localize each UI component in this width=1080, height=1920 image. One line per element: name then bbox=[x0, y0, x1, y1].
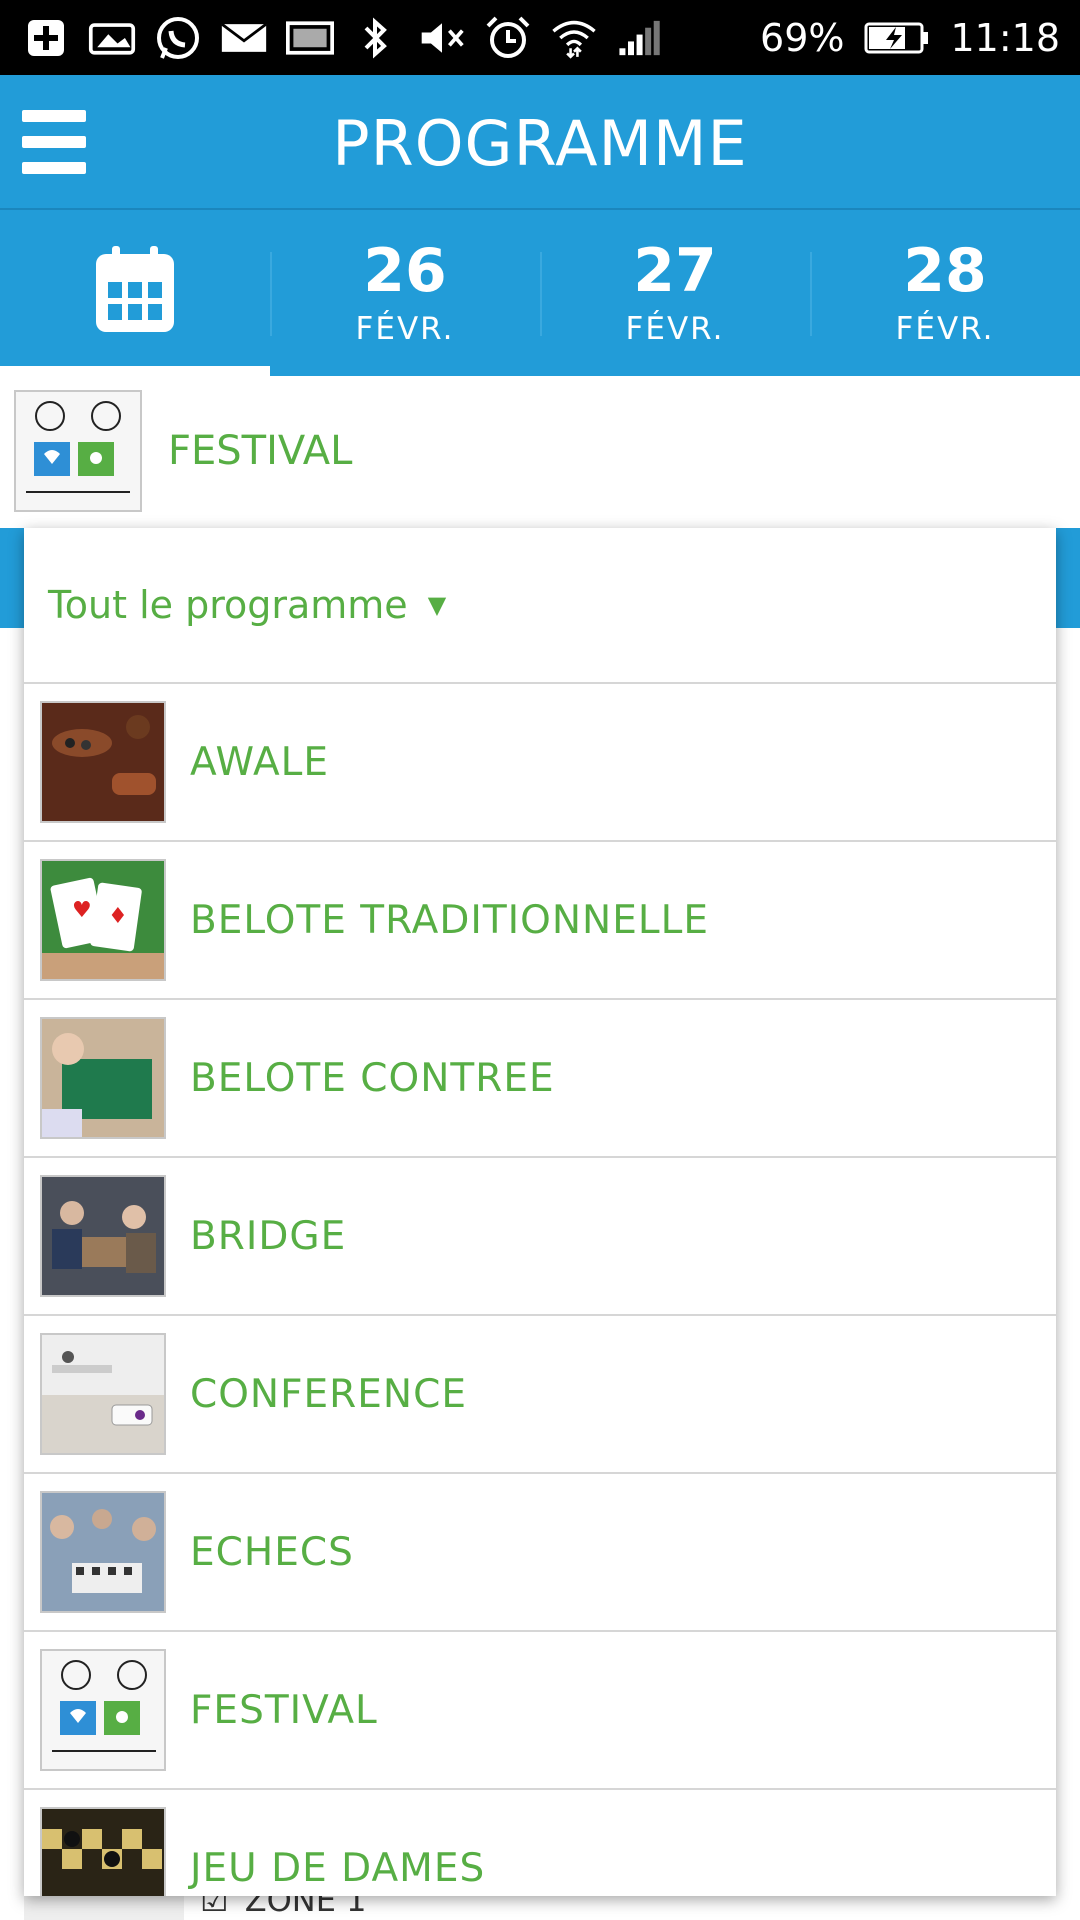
add-icon bbox=[22, 16, 70, 60]
checkers-thumbnail bbox=[40, 1807, 166, 1896]
tab-day-number: 26 bbox=[363, 236, 447, 306]
page-title: PROGRAMME bbox=[332, 107, 748, 180]
tab-day-number: 27 bbox=[633, 236, 717, 306]
mute-icon bbox=[418, 16, 466, 60]
dropdown-selected-label: Tout le programme bbox=[48, 583, 408, 627]
tab-date-26[interactable]: 26 FÉVR. bbox=[270, 210, 540, 376]
festival-thumbnail bbox=[14, 390, 142, 512]
category-dropdown: Tout le programme ▼ AWALE ♥ ♦ BELOTE TRAD… bbox=[24, 528, 1056, 1896]
awale-thumbnail bbox=[40, 701, 166, 823]
dropdown-item-bridge[interactable]: BRIDGE bbox=[24, 1158, 1056, 1316]
dropdown-selected[interactable]: Tout le programme ▼ bbox=[24, 528, 1056, 684]
tab-day-number: 28 bbox=[903, 236, 987, 306]
calendar-icon bbox=[96, 246, 174, 332]
dropdown-item-echecs[interactable]: ECHECS bbox=[24, 1474, 1056, 1632]
svg-text:♦: ♦ bbox=[108, 904, 128, 929]
dropdown-item-conference[interactable]: CONFERENCE bbox=[24, 1316, 1056, 1474]
tab-date-27[interactable]: 27 FÉVR. bbox=[540, 210, 810, 376]
date-tabs: 26 FÉVR. 27 FÉVR. 28 FÉVR. bbox=[0, 208, 1080, 376]
clock: 11:18 bbox=[950, 15, 1060, 60]
dropdown-item-awale[interactable]: AWALE bbox=[24, 684, 1056, 842]
dropdown-item-label: ECHECS bbox=[190, 1529, 354, 1575]
dropdown-item-belote-contree[interactable]: BELOTE CONTREE bbox=[24, 1000, 1056, 1158]
image-icon bbox=[88, 16, 136, 60]
tab-calendar[interactable] bbox=[0, 210, 270, 376]
battery-percent: 69% bbox=[760, 15, 845, 60]
photo-icon bbox=[286, 16, 334, 60]
dropdown-item-label: CONFERENCE bbox=[190, 1371, 467, 1417]
cards-thumbnail: ♥ ♦ bbox=[40, 859, 166, 981]
dropdown-item-label: JEU DE DAMES bbox=[190, 1845, 486, 1891]
festival-thumbnail bbox=[40, 1649, 166, 1771]
svg-text:♥: ♥ bbox=[72, 898, 92, 923]
conference-thumbnail bbox=[40, 1333, 166, 1455]
app-bar: PROGRAMME bbox=[0, 75, 1080, 208]
alarm-icon bbox=[484, 16, 532, 60]
dropdown-item-label: BELOTE TRADITIONNELLE bbox=[190, 897, 709, 943]
dropdown-item-festival[interactable]: FESTIVAL bbox=[24, 1632, 1056, 1790]
bluetooth-icon bbox=[352, 16, 400, 60]
dropdown-item-label: BELOTE CONTREE bbox=[190, 1055, 555, 1101]
dropdown-item-label: AWALE bbox=[190, 739, 330, 785]
dropdown-item-label: BRIDGE bbox=[190, 1213, 347, 1259]
dropdown-item-belote-traditionnelle[interactable]: ♥ ♦ BELOTE TRADITIONNELLE bbox=[24, 842, 1056, 1000]
battery-icon bbox=[862, 16, 932, 60]
wifi-icon bbox=[550, 16, 598, 60]
dropdown-item-jeu-de-dames[interactable]: JEU DE DAMES bbox=[24, 1790, 1056, 1896]
tab-month: FÉVR. bbox=[895, 311, 995, 347]
chess-thumbnail bbox=[40, 1491, 166, 1613]
dropdown-item-label: FESTIVAL bbox=[190, 1687, 378, 1733]
tab-date-28[interactable]: 28 FÉVR. bbox=[810, 210, 1080, 376]
bridge-thumbnail bbox=[40, 1175, 166, 1297]
category-selector[interactable]: FESTIVAL bbox=[0, 376, 1080, 526]
tab-month: FÉVR. bbox=[625, 311, 725, 347]
whatsapp-icon bbox=[154, 16, 202, 60]
selected-category-label: FESTIVAL bbox=[168, 428, 353, 474]
belote-contree-thumbnail bbox=[40, 1017, 166, 1139]
caret-down-icon: ▼ bbox=[427, 591, 447, 619]
tab-month: FÉVR. bbox=[355, 311, 455, 347]
signal-icon bbox=[616, 16, 664, 60]
status-bar: 69% 11:18 bbox=[0, 0, 1080, 75]
mail-icon bbox=[220, 16, 268, 60]
